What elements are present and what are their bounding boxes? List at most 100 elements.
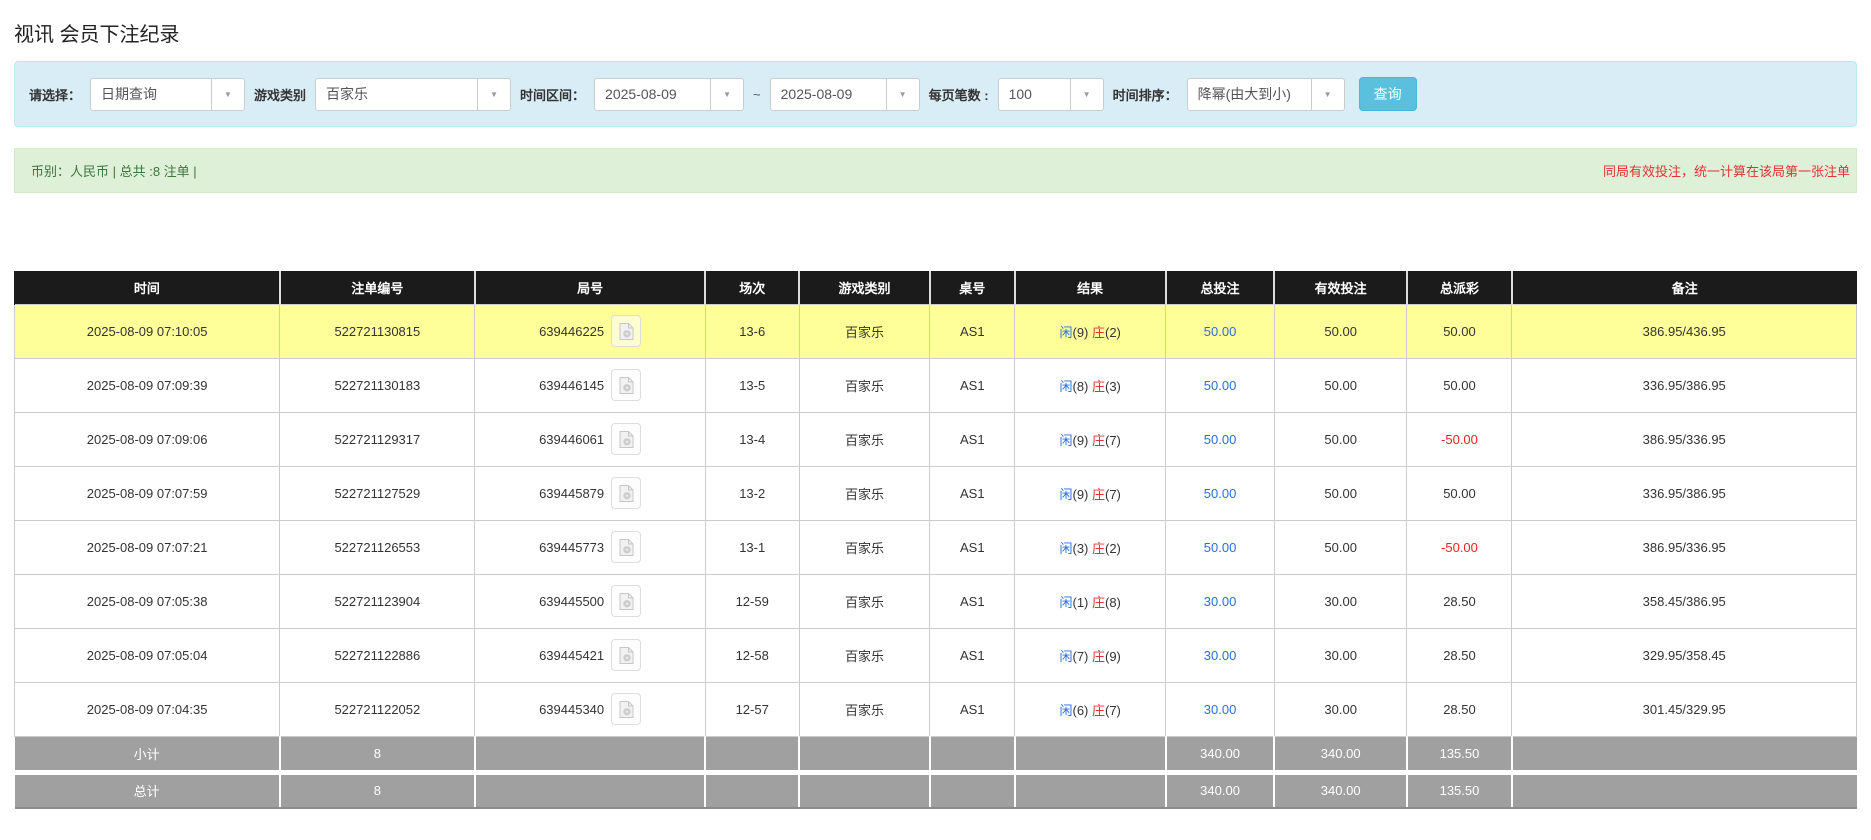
result-banker-label: 庄 (1091, 594, 1105, 610)
session-cell: 12-57 (704, 681, 800, 737)
result-banker-label: 庄 (1091, 648, 1105, 664)
search-button[interactable]: 查询 (1358, 77, 1417, 111)
round-group: 639446145 (539, 369, 642, 401)
query-type-select[interactable]: 日期查询 ▼ (90, 77, 246, 111)
date-from-select[interactable]: 2025-08-09 ▼ (594, 77, 745, 111)
time-cell: 2025-08-09 07:09:06 (13, 411, 281, 467)
video-replay-button[interactable] (611, 531, 642, 563)
note-cell: 386.95/336.95 (1511, 411, 1857, 467)
column-header: 游戏类别 (798, 271, 930, 304)
round-cell: 639446061 (474, 411, 706, 467)
result-player-value: (9) (1072, 486, 1092, 502)
table-wrap: 时间 注单编号 局号 场次 游戏类别 桌号 结果 总投注 有效投注 总派彩 备注 2025-08-09… (13, 271, 1857, 809)
chevron-down-icon[interactable]: ▼ (211, 78, 245, 110)
footer-empty-cell (1510, 769, 1857, 809)
result-banker-label: 庄 (1091, 702, 1105, 718)
result-cell: 闲(1) 庄(8) (1014, 573, 1167, 629)
footer-empty-cell (798, 736, 930, 772)
page-size-label: 每页笔数 : (928, 87, 989, 103)
payout-cell: 50.00 (1406, 303, 1513, 359)
round-group: 639445879 (539, 477, 642, 509)
result-banker-value: (8) (1105, 594, 1121, 610)
total-bet-link[interactable]: 30.00 (1204, 648, 1237, 663)
chevron-down-icon[interactable]: ▼ (477, 78, 511, 110)
table-row: 2025-08-09 07:04:35 522721122052 639445340… (13, 681, 1857, 737)
table-number-cell: AS1 (929, 519, 1016, 575)
game-type-cell: 百家乐 (798, 519, 931, 575)
game-type-cell: 百家乐 (798, 465, 931, 521)
select-type-label: 请选择： (29, 87, 82, 103)
total-bet-link[interactable]: 30.00 (1204, 702, 1237, 717)
game-type-cell: 百家乐 (798, 357, 931, 413)
chevron-down-icon[interactable]: ▼ (1069, 78, 1103, 110)
total-bet-link[interactable]: 30.00 (1204, 594, 1237, 609)
game-type-cell: 百家乐 (798, 573, 931, 629)
footer-payout-cell: 135.50 (1405, 769, 1512, 809)
round-group: 639446225 (539, 315, 642, 347)
game-type-select[interactable]: 百家乐 ▼ (315, 77, 512, 111)
time-cell: 2025-08-09 07:07:21 (13, 519, 281, 575)
video-replay-button[interactable] (611, 639, 642, 671)
date-to-select[interactable]: 2025-08-09 ▼ (769, 77, 920, 111)
note-cell: 336.95/386.95 (1511, 465, 1857, 521)
result-player-label: 闲 (1059, 486, 1073, 502)
result-banker-label: 庄 (1091, 378, 1105, 394)
footer-payout-cell: 135.50 (1405, 736, 1512, 772)
bet-id-cell: 522721130815 (279, 303, 476, 359)
total-bet-cell: 30.00 (1165, 681, 1275, 737)
video-replay-button[interactable] (611, 315, 642, 347)
valid-bet-cell: 30.00 (1273, 627, 1408, 683)
round-number: 639445773 (539, 539, 605, 555)
time-range-label: 时间区间： (520, 87, 586, 103)
time-sort-select[interactable]: 降幂(由大到小) ▼ (1186, 77, 1345, 111)
result-cell: 闲(9) 庄(2) (1014, 303, 1167, 359)
table-number-cell: AS1 (929, 303, 1016, 359)
footer-label-cell: 总计 (14, 769, 280, 809)
total-bet-cell: 30.00 (1165, 573, 1275, 629)
total-bet-link[interactable]: 50.00 (1204, 540, 1237, 555)
page-size-select[interactable]: 100 ▼ (997, 77, 1104, 111)
footer-empty-cell (928, 736, 1015, 772)
result-player-value: (3) (1072, 540, 1092, 556)
footer-empty-cell (704, 769, 800, 809)
chevron-down-icon[interactable]: ▼ (885, 78, 919, 110)
round-number: 639445340 (539, 701, 605, 717)
time-cell: 2025-08-09 07:07:59 (13, 465, 281, 521)
chevron-down-icon[interactable]: ▼ (1310, 78, 1344, 110)
video-replay-button[interactable] (611, 585, 642, 617)
table-number-cell: AS1 (929, 681, 1016, 737)
session-cell: 13-2 (704, 465, 800, 521)
payout-cell: 50.00 (1406, 357, 1513, 413)
table-number-cell: AS1 (929, 573, 1016, 629)
video-replay-button[interactable] (611, 693, 642, 725)
round-group: 639446061 (539, 423, 642, 455)
video-replay-icon (619, 322, 634, 340)
total-bet-link[interactable]: 50.00 (1204, 486, 1237, 501)
total-bet-link[interactable]: 50.00 (1204, 378, 1237, 393)
video-replay-button[interactable] (611, 477, 642, 509)
result-player-label: 闲 (1059, 540, 1073, 556)
video-replay-icon (619, 700, 634, 718)
bet-id-cell: 522721130183 (279, 357, 476, 413)
total-bet-link[interactable]: 50.00 (1204, 324, 1237, 339)
column-header: 有效投注 (1273, 271, 1407, 304)
result-banker-value: (3) (1105, 378, 1121, 394)
video-replay-icon (619, 376, 634, 394)
time-sort-label: 时间排序： (1112, 87, 1178, 103)
round-number: 639446061 (539, 431, 605, 447)
time-cell: 2025-08-09 07:04:35 (13, 681, 281, 737)
chevron-down-icon[interactable]: ▼ (710, 78, 744, 110)
note-cell: 358.45/386.95 (1511, 573, 1857, 629)
result-player-value: (7) (1072, 648, 1092, 664)
video-replay-button[interactable] (611, 423, 642, 455)
game-type-label: 游戏类别 (254, 87, 307, 103)
round-group: 639445340 (539, 693, 642, 725)
session-cell: 13-6 (704, 303, 800, 359)
footer-empty-cell (798, 769, 930, 809)
bet-id-cell: 522721127529 (279, 465, 476, 521)
bets-table: 时间 注单编号 局号 场次 游戏类别 桌号 结果 总投注 有效投注 总派彩 备注 2025-08-09… (13, 271, 1857, 809)
column-header: 桌号 (928, 271, 1015, 304)
total-bet-link[interactable]: 50.00 (1204, 432, 1237, 447)
video-replay-button[interactable] (611, 369, 642, 401)
round-number: 639446145 (539, 377, 605, 393)
